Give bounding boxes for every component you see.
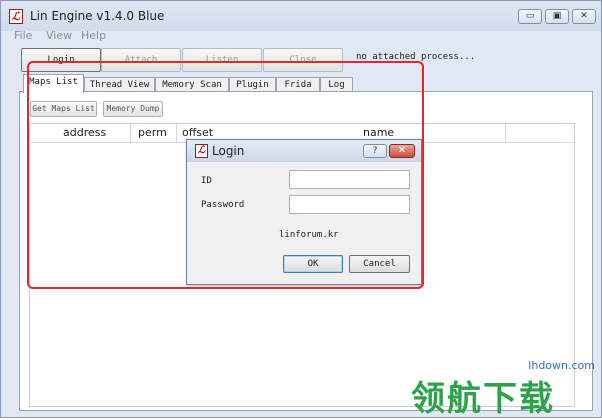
column-offset[interactable]: offset: [182, 126, 213, 139]
column-name[interactable]: name: [363, 126, 394, 139]
dialog-app-icon: ℒ: [195, 144, 208, 158]
title-bar[interactable]: ℒ Lin Engine v1.4.0 Blue ▭ ▣ ✕: [1, 1, 601, 31]
main-window: ℒ Lin Engine v1.4.0 Blue ▭ ▣ ✕ File View…: [0, 0, 602, 419]
password-label: Password: [201, 200, 245, 210]
get-maps-list-button[interactable]: Get Maps List: [30, 101, 97, 117]
column-divider[interactable]: [176, 124, 177, 142]
id-input[interactable]: [289, 170, 410, 189]
id-label: ID: [201, 176, 212, 186]
tab-maps-list[interactable]: Maps List: [23, 74, 84, 93]
listen-button[interactable]: Listen: [182, 48, 262, 72]
close-process-button[interactable]: Close: [263, 48, 343, 72]
ok-button[interactable]: OK: [283, 255, 343, 273]
menu-file[interactable]: File: [14, 29, 32, 42]
login-dialog: ℒ Login ? ✕ ID Password linforum.kr OK C…: [186, 139, 422, 285]
tab-log[interactable]: Log: [320, 77, 353, 92]
tab-memory-scan[interactable]: Memory Scan: [155, 77, 229, 92]
column-divider[interactable]: [130, 124, 131, 142]
status-text: no attached process...: [356, 52, 476, 62]
password-input[interactable]: [289, 195, 410, 214]
help-button[interactable]: ?: [363, 144, 387, 158]
dialog-title-bar[interactable]: ℒ Login ? ✕: [187, 140, 421, 162]
cancel-button[interactable]: Cancel: [349, 255, 410, 273]
dialog-title: Login: [212, 144, 245, 158]
app-logo-icon: ℒ: [9, 9, 23, 24]
menu-view[interactable]: View: [46, 29, 72, 42]
attach-button[interactable]: Attach: [101, 48, 181, 72]
tab-thread-view[interactable]: Thread View: [84, 77, 155, 92]
menu-help[interactable]: Help: [81, 29, 106, 42]
column-divider[interactable]: [505, 124, 506, 142]
watermark-text: 领航下载: [411, 379, 555, 419]
column-address[interactable]: address: [63, 126, 106, 139]
watermark: lhdown.com 领航下载: [411, 359, 595, 419]
tab-frida[interactable]: Frida: [276, 77, 320, 92]
site-text: linforum.kr: [279, 230, 339, 240]
maximize-button[interactable]: ▣: [545, 9, 569, 24]
menu-bar: File View Help: [1, 29, 601, 45]
login-button[interactable]: Login: [21, 48, 101, 72]
tab-plugin[interactable]: Plugin: [229, 77, 276, 92]
minimize-button[interactable]: ▭: [518, 9, 542, 24]
close-button[interactable]: ✕: [572, 9, 596, 24]
dialog-close-button[interactable]: ✕: [389, 144, 415, 158]
memory-dump-button[interactable]: Memory Dump: [103, 101, 163, 117]
column-perm[interactable]: perm: [138, 126, 167, 139]
window-title: Lin Engine v1.4.0 Blue: [30, 9, 165, 23]
